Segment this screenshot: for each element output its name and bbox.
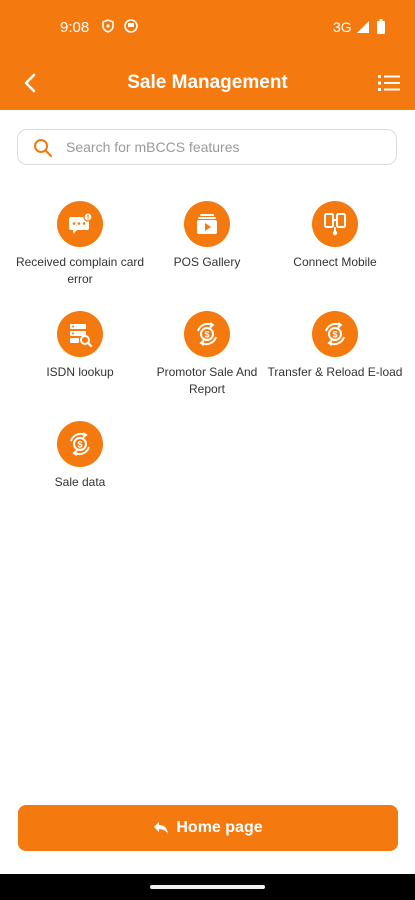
- status-time: 9:08: [60, 19, 90, 36]
- feature-promotor-sale[interactable]: $ Promotor Sale And Report: [137, 311, 277, 398]
- gesture-handle[interactable]: [150, 885, 265, 889]
- feature-label: Transfer & Reload E-load: [267, 365, 403, 379]
- feature-label: Connect Mobile: [293, 255, 377, 269]
- feature-isdn-lookup[interactable]: ISDN lookup: [10, 311, 150, 381]
- feature-label: POS Gallery: [173, 255, 241, 269]
- money-exchange-icon: $: [184, 311, 230, 357]
- location-shield-icon: [102, 19, 114, 33]
- feature-label: Received complain card error: [15, 255, 145, 286]
- svg-text:$: $: [77, 440, 82, 450]
- money-exchange-icon: $: [312, 311, 358, 357]
- svg-text:$: $: [332, 330, 337, 340]
- server-search-icon: [57, 311, 103, 357]
- feature-received-complain[interactable]: Received complain card error: [10, 201, 150, 288]
- complaint-chat-icon: [57, 201, 103, 247]
- feature-label: Sale data: [54, 475, 106, 489]
- home-page-button[interactable]: Home page: [18, 805, 398, 851]
- feature-pos-gallery[interactable]: POS Gallery: [137, 201, 277, 271]
- home-page-label: Home page: [176, 819, 263, 836]
- status-bar: 9:08 3G: [0, 0, 415, 56]
- menu-list-icon[interactable]: [377, 72, 401, 94]
- feature-sale-data[interactable]: $ Sale data: [10, 421, 150, 491]
- reply-arrow-icon: [154, 822, 169, 834]
- search-icon: [34, 139, 53, 158]
- feature-connect-mobile[interactable]: Connect Mobile: [265, 201, 405, 271]
- search-input[interactable]: [66, 136, 384, 158]
- battery-icon: [377, 19, 385, 34]
- feature-label: Promotor Sale And Report: [156, 365, 258, 396]
- svg-text:$: $: [204, 330, 209, 340]
- network-type: 3G: [333, 19, 352, 35]
- search-bar[interactable]: [17, 129, 397, 165]
- gallery-play-icon: [184, 201, 230, 247]
- app-header: Sale Management: [0, 56, 415, 110]
- feature-label: ISDN lookup: [46, 365, 114, 379]
- page-title: Sale Management: [127, 72, 288, 93]
- system-nav-bar: [0, 874, 415, 900]
- signal-icon: [357, 21, 369, 33]
- notification-app-icon: [124, 19, 138, 33]
- money-exchange-icon: $: [57, 421, 103, 467]
- feature-transfer-reload[interactable]: $ Transfer & Reload E-load: [265, 311, 405, 381]
- connect-mobile-icon: [312, 201, 358, 247]
